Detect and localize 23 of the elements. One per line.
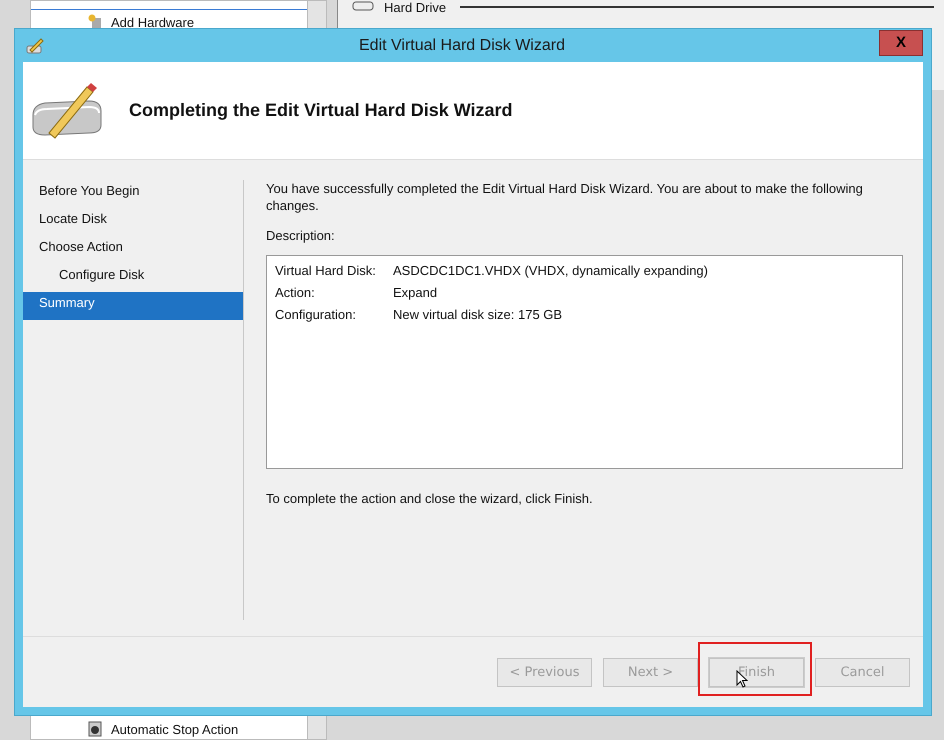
stop-icon bbox=[87, 721, 103, 737]
field-value: New virtual disk size: 175 GB bbox=[393, 306, 562, 324]
wizard-step[interactable]: Locate Disk bbox=[23, 208, 243, 236]
setting-label: Hard Drive bbox=[384, 0, 446, 15]
list-item[interactable]: Add Hardware bbox=[111, 14, 194, 30]
list-item[interactable]: Automatic Stop Action bbox=[111, 722, 238, 736]
wizard-step[interactable]: Summary bbox=[23, 292, 243, 320]
field-label: Configuration: bbox=[275, 306, 357, 324]
window-title: Edit Virtual Hard Disk Wizard bbox=[358, 36, 566, 54]
page-heading: Completing the Edit Virtual Hard Disk Wizard bbox=[129, 100, 513, 121]
instruction-text: To complete the action and close the wizard, click Finish. bbox=[266, 491, 594, 506]
pencil-icon bbox=[25, 36, 45, 56]
hardware-icon bbox=[87, 14, 103, 30]
wizard-step[interactable]: Before You Begin bbox=[23, 180, 243, 208]
field-value: ASDCDC1DC1.VHDX (VHDX, dynamically expanding) bbox=[393, 262, 708, 280]
wizard-step[interactable]: Configure Disk bbox=[23, 264, 243, 292]
wizard-step[interactable]: Choose Action bbox=[23, 236, 243, 264]
description-label: Description: bbox=[266, 228, 336, 243]
field-label: Virtual Hard Disk: bbox=[275, 262, 377, 280]
field-label: Action: bbox=[275, 284, 316, 302]
field-value: Expand bbox=[393, 284, 438, 302]
intro-text: You have successfully completed the Edit Virtual Hard Disk Wizard. You are about to make the following changes. bbox=[266, 180, 864, 214]
close-button[interactable]: X bbox=[879, 30, 923, 56]
